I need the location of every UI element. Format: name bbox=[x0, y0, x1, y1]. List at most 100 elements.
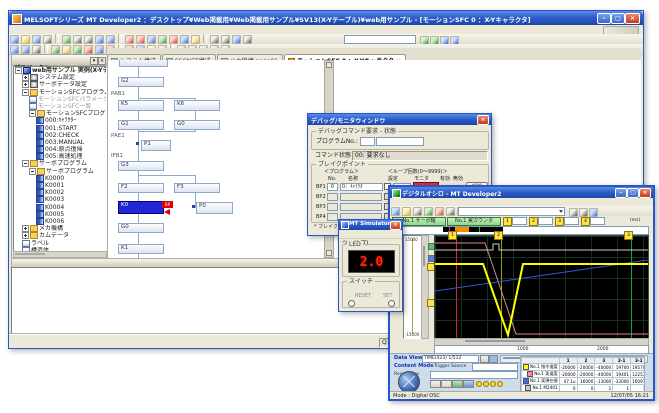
tree-item[interactable]: K0000 bbox=[14, 175, 106, 182]
toolbar-icon[interactable] bbox=[95, 35, 104, 44]
simulator-titlebar[interactable]: MT Simulator × bbox=[339, 220, 402, 230]
stop-trace-icon[interactable] bbox=[435, 207, 444, 216]
toolbar-icon[interactable] bbox=[210, 35, 219, 44]
bp-name-field[interactable] bbox=[340, 193, 382, 201]
bp-no-field[interactable] bbox=[327, 193, 338, 201]
mini-button[interactable] bbox=[489, 355, 498, 363]
tree-item[interactable]: 001:START bbox=[14, 125, 106, 132]
toolbar-icon[interactable] bbox=[180, 35, 189, 44]
toolbar-icon[interactable] bbox=[413, 207, 422, 216]
scale-scrollbar[interactable] bbox=[421, 235, 429, 339]
bp-no-field[interactable]: 0 bbox=[327, 183, 338, 191]
toolbar-icon[interactable] bbox=[191, 35, 200, 44]
toolbar-icon[interactable] bbox=[32, 45, 41, 54]
toolbar-icon[interactable] bbox=[73, 35, 82, 44]
toolbar-icon[interactable] bbox=[73, 45, 82, 54]
toolbar-icon[interactable] bbox=[232, 35, 241, 44]
tree-item[interactable]: ラベル bbox=[14, 240, 106, 247]
tree-item[interactable]: 002:CHECK bbox=[14, 132, 106, 139]
toolbar-icon[interactable] bbox=[125, 35, 134, 44]
tree-item[interactable]: システム設定 bbox=[14, 74, 106, 81]
chart-top-tag[interactable]: 3 bbox=[624, 231, 633, 240]
tree-item[interactable]: モーションSFCパラメータ bbox=[14, 96, 106, 103]
bp-no-field[interactable] bbox=[327, 203, 338, 211]
breakpoint-flag[interactable]: BP bbox=[162, 201, 173, 208]
tree-item[interactable]: K0006 bbox=[14, 218, 106, 225]
marker-field[interactable] bbox=[590, 217, 605, 225]
marker-tag[interactable]: 3 bbox=[555, 217, 564, 226]
tree-item[interactable]: 005:高速処理 bbox=[14, 153, 106, 160]
jog-wheel[interactable] bbox=[398, 371, 420, 393]
wheel-button[interactable] bbox=[430, 380, 441, 388]
toolbar-icon[interactable] bbox=[21, 45, 30, 54]
tree-item[interactable]: モーションSFCプログラム bbox=[14, 89, 106, 96]
toolbar-icon[interactable] bbox=[106, 35, 115, 44]
trigger-preview-bar[interactable] bbox=[392, 226, 649, 235]
sfc-pointer-box[interactable]: P0 bbox=[196, 202, 233, 214]
run-start-icon[interactable] bbox=[51, 45, 60, 54]
tree-item[interactable]: K0004 bbox=[14, 204, 106, 211]
tree-item[interactable]: K0001 bbox=[14, 182, 106, 189]
tree-item[interactable]: K0003 bbox=[14, 196, 106, 203]
toolbar-combobox[interactable] bbox=[344, 35, 416, 44]
sfc-step-box[interactable]: G3 bbox=[118, 161, 164, 171]
marker-tag[interactable]: 1 bbox=[503, 217, 512, 226]
toolbar-icon[interactable] bbox=[169, 35, 178, 44]
sfc-step-box[interactable]: G2 bbox=[118, 77, 164, 87]
tree-item[interactable]: 003:MANUAL bbox=[14, 139, 106, 146]
toolbar-icon[interactable] bbox=[43, 35, 52, 44]
tree-item[interactable]: モーションSFCプログラム bbox=[14, 110, 106, 117]
sfc-step-box[interactable]: G0 bbox=[174, 120, 220, 130]
tree-item[interactable]: サーボプログラム bbox=[14, 160, 106, 167]
toolbar-icon[interactable] bbox=[402, 207, 411, 216]
sfc-step-box[interactable]: K6 bbox=[174, 100, 220, 111]
chart-top-tag[interactable]: 2 bbox=[494, 231, 503, 240]
maximize-button[interactable]: □ bbox=[611, 13, 625, 24]
toolbar-icon[interactable] bbox=[21, 35, 30, 44]
toolbar-icon[interactable] bbox=[95, 45, 104, 54]
program-no-field[interactable] bbox=[360, 137, 375, 146]
toolbar-icon[interactable] bbox=[158, 35, 167, 44]
toolbar-icon[interactable] bbox=[32, 35, 41, 44]
toolbar-icon[interactable] bbox=[62, 35, 71, 44]
toolbar-icon[interactable] bbox=[391, 207, 400, 216]
tree-item[interactable]: K0002 bbox=[14, 189, 106, 196]
tree-item[interactable]: web用サンプル 実例(X-Yテーブル) bbox=[14, 67, 106, 74]
marker-tag[interactable]: 2 bbox=[529, 217, 538, 226]
scope-combobox[interactable] bbox=[458, 207, 565, 216]
sfc-step-box-selected[interactable]: K0 bbox=[118, 201, 164, 214]
mini-button[interactable] bbox=[480, 355, 489, 363]
toolbar-icon[interactable] bbox=[221, 35, 230, 44]
set-radio[interactable] bbox=[388, 300, 395, 307]
chart-top-tag[interactable]: 1 bbox=[448, 231, 457, 240]
toolbar-icon[interactable] bbox=[10, 45, 19, 54]
marker-field[interactable] bbox=[538, 217, 553, 225]
stop-button[interactable] bbox=[463, 380, 474, 388]
toolbar-icon[interactable] bbox=[446, 207, 455, 216]
sfc-step-box[interactable]: F3 bbox=[174, 183, 220, 193]
bp-name-field[interactable] bbox=[340, 203, 382, 211]
wheel-button[interactable] bbox=[441, 380, 452, 388]
sfc-pointer-box[interactable]: P1 bbox=[141, 140, 171, 151]
time-field[interactable]: TIME(423) 1/512 bbox=[422, 355, 479, 363]
toolbar-icon[interactable] bbox=[10, 35, 19, 44]
content-mode-label[interactable]: Content Mode bbox=[394, 363, 434, 370]
toolbar-icon[interactable] bbox=[136, 35, 145, 44]
trigger-source-field[interactable] bbox=[472, 363, 518, 371]
tree-item[interactable]: サーボデータ設定 bbox=[14, 81, 106, 88]
data-view-label[interactable]: Data View bbox=[394, 355, 423, 362]
tree-horizontal-scrollbar[interactable] bbox=[13, 251, 107, 258]
marker-tag[interactable]: 4 bbox=[581, 217, 590, 226]
scope-titlebar[interactable]: デジタルオシロ - MT Developer2 – □ × bbox=[390, 187, 653, 198]
toolbar-icon[interactable] bbox=[147, 35, 156, 44]
program-state-field[interactable] bbox=[376, 137, 424, 146]
marker-field[interactable] bbox=[512, 217, 527, 225]
toolbar-icon[interactable] bbox=[243, 35, 252, 44]
sfc-step-box[interactable] bbox=[119, 60, 168, 67]
main-titlebar[interactable]: MELSOFTシリーズ MT Developer2 ：デスクトップ¥Web掲載用… bbox=[9, 11, 643, 25]
marker-field[interactable] bbox=[564, 217, 579, 225]
stop-icon[interactable] bbox=[84, 45, 93, 54]
reset-radio[interactable] bbox=[348, 300, 355, 307]
sfc-step-box[interactable]: K1 bbox=[118, 244, 164, 254]
waveform-chart[interactable] bbox=[434, 235, 649, 339]
